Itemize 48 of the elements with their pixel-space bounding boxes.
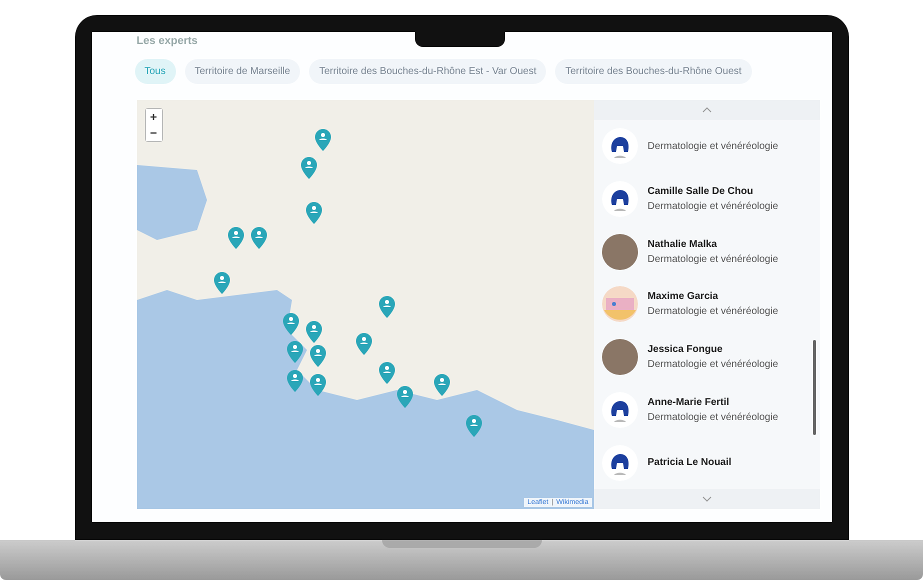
map-pin-icon[interactable] bbox=[310, 345, 326, 368]
scrollbar[interactable] bbox=[812, 340, 816, 435]
photo-placeholder bbox=[602, 339, 638, 376]
chevron-up-icon bbox=[702, 107, 712, 113]
expert-name: Camille Salle De Chou bbox=[648, 186, 754, 197]
map-pin-icon[interactable] bbox=[378, 362, 395, 384]
expert-specialty: Dermatologie et vénéréologie bbox=[648, 412, 778, 424]
map-pin-icon[interactable] bbox=[378, 296, 395, 318]
expert-item[interactable]: Dermatologie et vénéréologie bbox=[602, 120, 820, 172]
map-pin-icon[interactable] bbox=[466, 414, 482, 437]
section-heading: Les experts bbox=[136, 35, 198, 47]
map-pin-icon[interactable] bbox=[306, 202, 322, 224]
logo-avatar bbox=[602, 128, 638, 164]
map-pin-icon[interactable] bbox=[250, 226, 267, 249]
expert-specialty: Dermatologie et vénéréologie bbox=[648, 200, 778, 212]
expert-specialty: Dermatologie et vénéréologie bbox=[648, 254, 778, 265]
expert-item[interactable]: Jessica Fongue Dermatologie et vénéréologie bbox=[602, 331, 820, 384]
map-pin-icon[interactable] bbox=[396, 386, 413, 408]
map-pin-icon[interactable] bbox=[301, 157, 318, 180]
expert-name: Patricia Le Nouail bbox=[648, 457, 732, 468]
map-pin-icon[interactable] bbox=[310, 374, 326, 396]
expert-item[interactable]: Anne-Marie Fertil Dermatologie et vénéréologie bbox=[602, 384, 820, 436]
map-pin-icon[interactable] bbox=[287, 341, 304, 364]
expert-name: Jessica Fongue bbox=[648, 344, 724, 356]
logo-avatar bbox=[602, 180, 638, 217]
expert-item[interactable]: Nathalie Malka Dermatologie et vénéréologie bbox=[602, 226, 820, 278]
chevron-down-icon bbox=[702, 496, 712, 502]
map-pin-icon[interactable] bbox=[434, 374, 450, 396]
map-pin-icon[interactable] bbox=[356, 333, 372, 356]
logo-avatar bbox=[602, 444, 638, 481]
expert-name: Nathalie Malka bbox=[648, 238, 718, 250]
map-pin-icon[interactable] bbox=[287, 370, 304, 392]
map-pin-icon[interactable] bbox=[228, 226, 244, 249]
expert-item[interactable]: Patricia Le Nouail bbox=[602, 436, 820, 489]
expert-item[interactable]: Camille Salle De Chou Dermatologie et vénéréologie bbox=[602, 172, 820, 225]
map-pin-icon[interactable] bbox=[306, 320, 322, 343]
skin-illustration bbox=[602, 286, 638, 322]
expert-name: Anne-Marie Fertil bbox=[648, 397, 730, 408]
expert-specialty: Dermatologie et vénéréologie bbox=[648, 140, 778, 152]
expert-specialty: Dermatologie et vénéréologie bbox=[648, 306, 778, 318]
expert-item[interactable]: Maxime Garcia Dermatologie et vénéréologie bbox=[602, 278, 820, 330]
expert-specialty: Dermatologie et vénéréologie bbox=[648, 359, 778, 370]
map-pin-icon[interactable] bbox=[282, 312, 299, 335]
expert-name: Maxime Garcia bbox=[648, 291, 720, 302]
map-pin-icon[interactable] bbox=[214, 272, 230, 294]
map-pin-icon[interactable] bbox=[314, 128, 331, 151]
photo-placeholder bbox=[602, 234, 638, 270]
logo-avatar bbox=[602, 392, 638, 428]
